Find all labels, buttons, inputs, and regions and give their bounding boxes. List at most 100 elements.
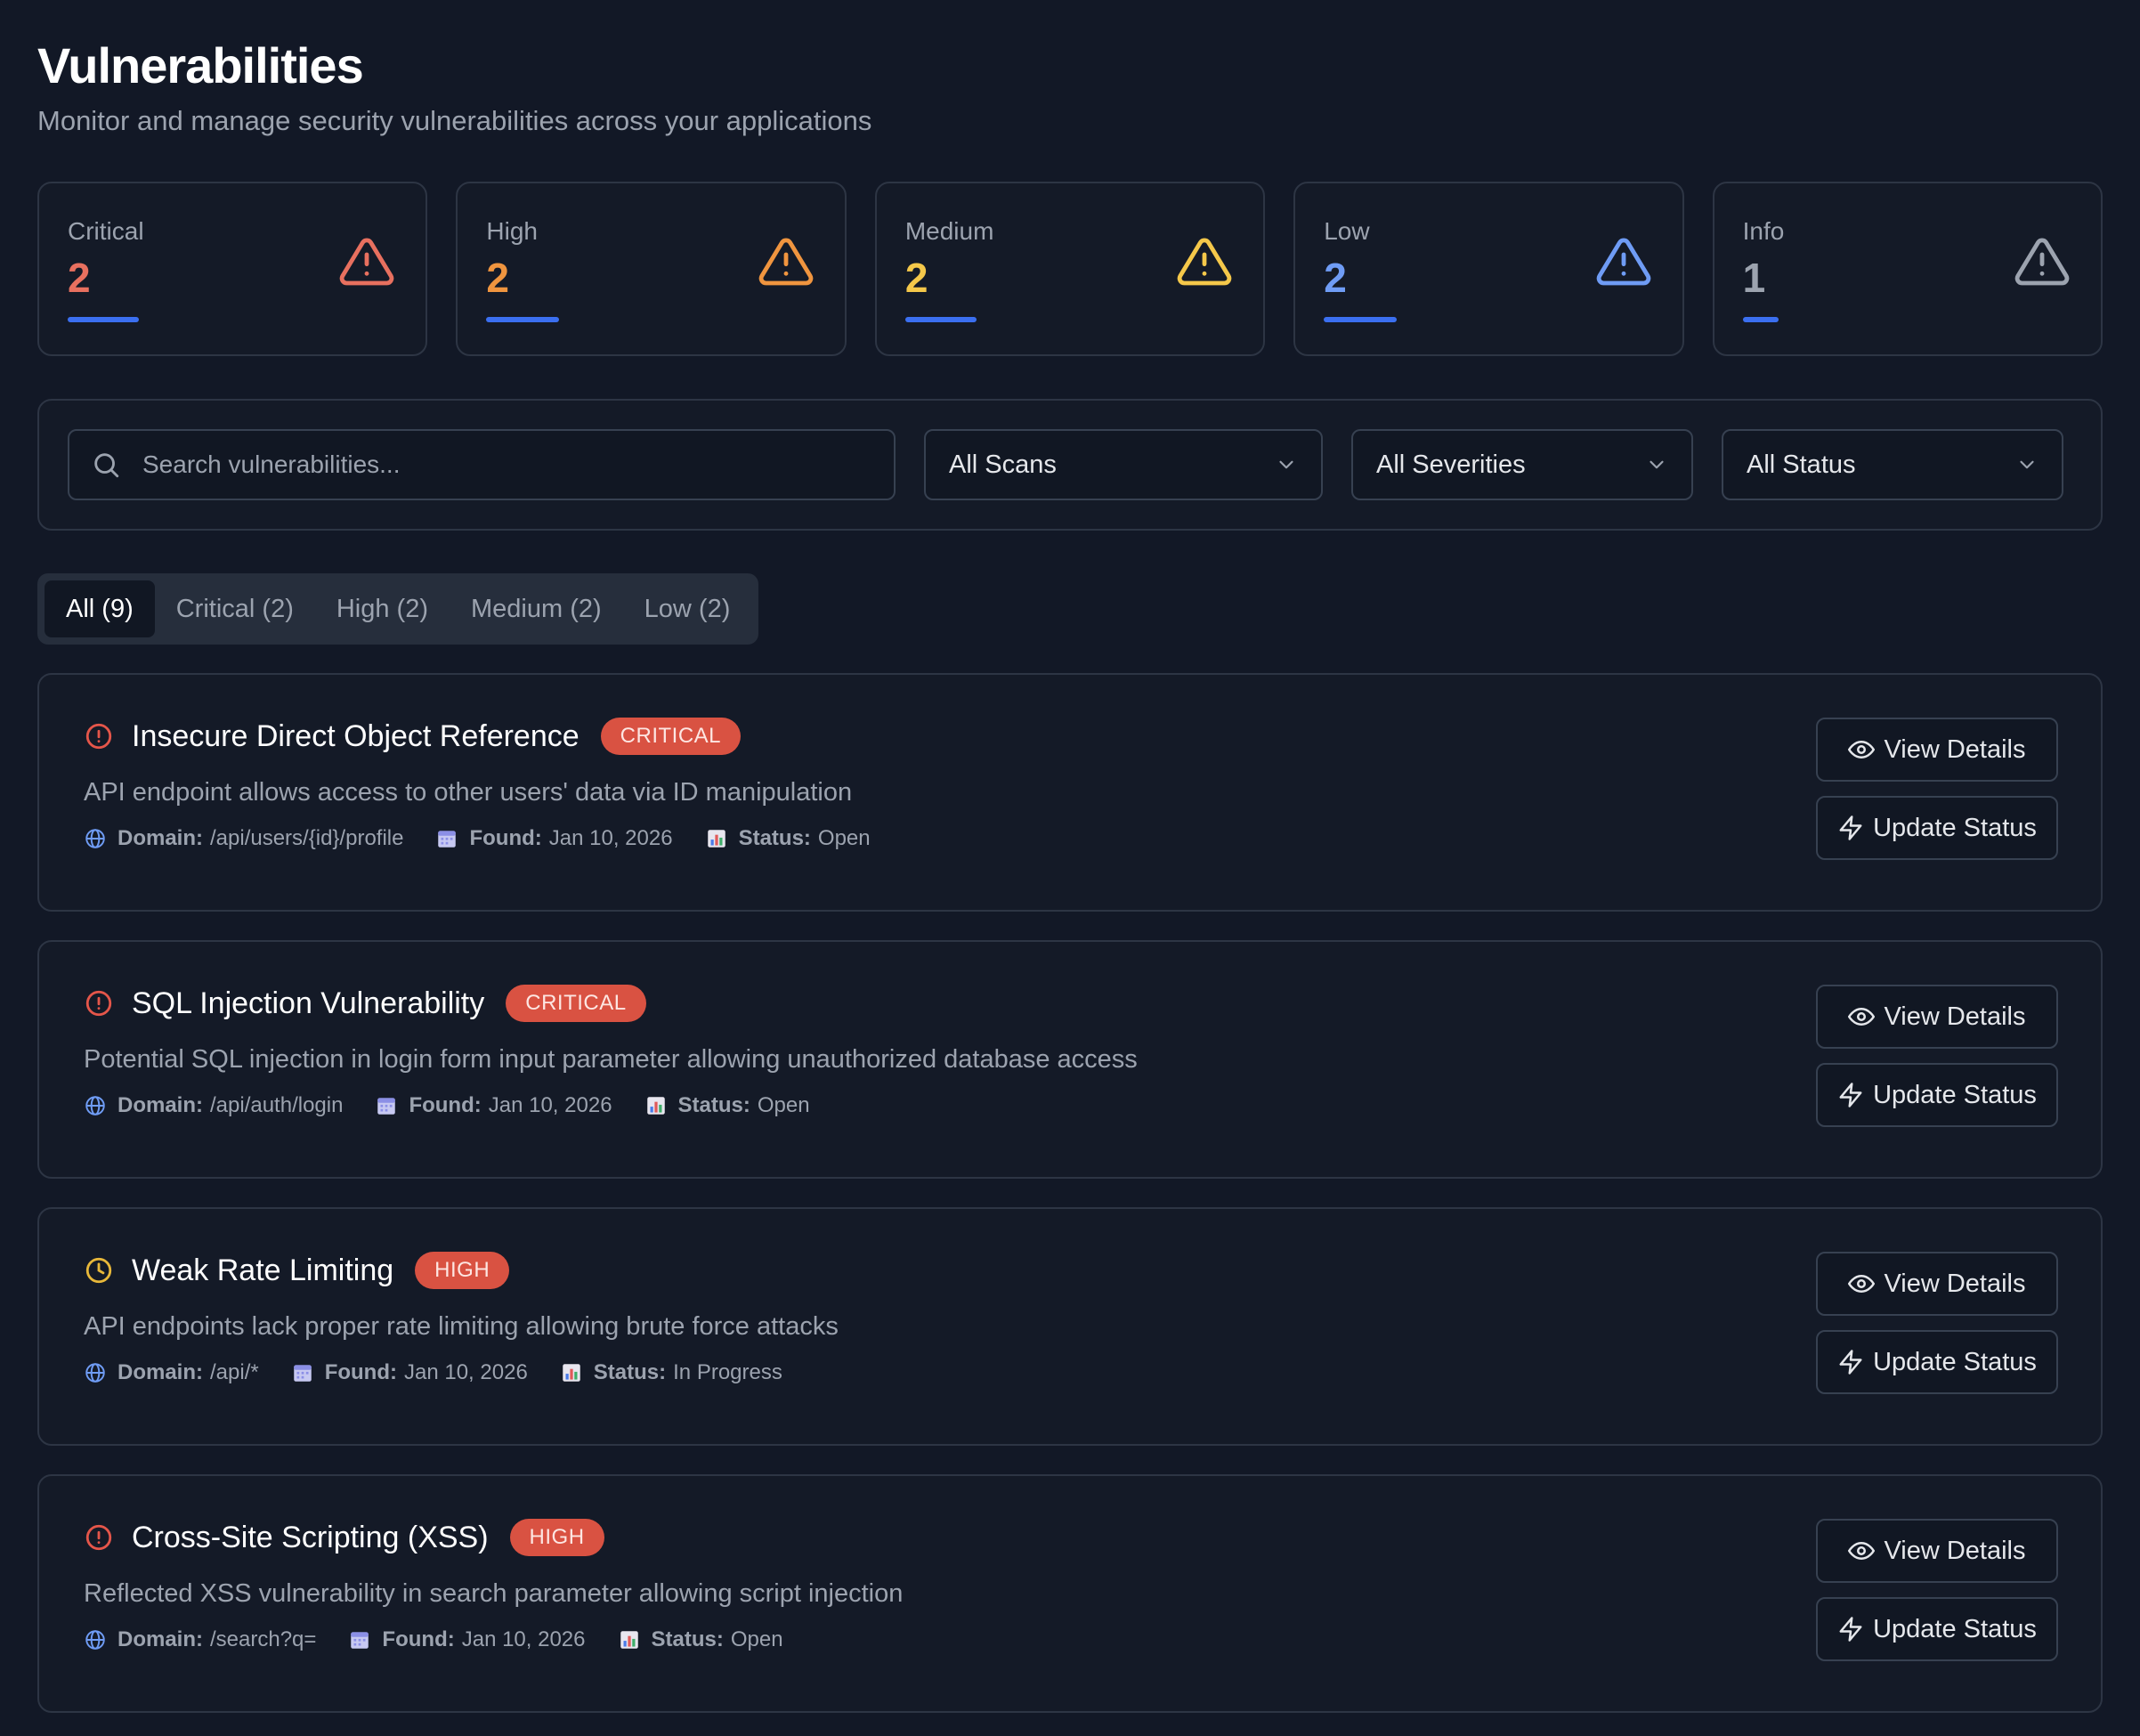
stat-card-info: Info 1 bbox=[1712, 182, 2104, 356]
update-status-label: Update Status bbox=[1873, 813, 2037, 842]
vulnerability-card: Weak Rate Limiting HIGH API endpoints la… bbox=[37, 1207, 2103, 1446]
update-status-label: Update Status bbox=[1873, 1614, 2037, 1643]
chevron-down-icon bbox=[2020, 460, 2034, 469]
domain-meta: Domain: /search?q= bbox=[84, 1627, 316, 1652]
view-details-label: View Details bbox=[1884, 1002, 2026, 1031]
found-meta: Found: Jan 10, 2026 bbox=[348, 1627, 586, 1652]
vulnerability-title: Cross-Site Scripting (XSS) bbox=[132, 1520, 489, 1554]
warning-triangle-icon bbox=[1596, 238, 1650, 286]
filter-panel: All Scans All Severities All Status bbox=[37, 399, 2103, 531]
vulnerability-meta: Domain: /api/auth/login Found: Jan 10, 2… bbox=[84, 1093, 2056, 1118]
calendar-icon bbox=[438, 831, 457, 848]
stat-card-medium: Medium 2 bbox=[874, 182, 1266, 356]
view-details-button[interactable]: View Details bbox=[1816, 1519, 2058, 1583]
chevron-down-icon bbox=[1650, 460, 1664, 469]
scan-select[interactable]: All Scans bbox=[924, 429, 1323, 500]
domain-meta: Domain: /api/users/{id}/profile bbox=[84, 826, 403, 851]
eye-icon bbox=[1848, 740, 1876, 759]
update-status-button[interactable]: Update Status bbox=[1816, 1063, 2058, 1127]
view-details-label: View Details bbox=[1884, 1536, 2026, 1565]
eye-icon bbox=[1848, 1541, 1876, 1561]
view-details-label: View Details bbox=[1884, 1269, 2026, 1298]
view-details-button[interactable]: View Details bbox=[1816, 985, 2058, 1049]
found-meta: Found: Jan 10, 2026 bbox=[435, 826, 673, 851]
lightning-icon bbox=[1839, 815, 1862, 840]
stat-bar bbox=[486, 317, 560, 322]
found-label: Found: bbox=[469, 826, 542, 850]
status-value: Open bbox=[817, 826, 871, 850]
vulnerability-title: Insecure Direct Object Reference bbox=[132, 718, 580, 753]
search-input[interactable] bbox=[142, 450, 872, 479]
severity-badge: HIGH bbox=[509, 1519, 604, 1556]
domain-value: /api/* bbox=[210, 1360, 259, 1384]
tab-low[interactable]: Low (2) bbox=[623, 580, 752, 637]
vulnerability-title: Weak Rate Limiting bbox=[132, 1253, 394, 1287]
domain-value: /api/users/{id}/profile bbox=[210, 826, 404, 850]
stat-card-high: High 2 bbox=[456, 182, 847, 356]
tab-critical[interactable]: Critical (2) bbox=[155, 580, 315, 637]
status-select[interactable]: All Status bbox=[1722, 429, 2063, 500]
calendar-icon bbox=[293, 1365, 312, 1382]
stat-card-critical: Critical 2 bbox=[37, 182, 428, 356]
update-status-button[interactable]: Update Status bbox=[1816, 1597, 2058, 1661]
domain-value: /search?q= bbox=[210, 1627, 317, 1651]
alert-circle-icon bbox=[85, 723, 112, 750]
vulnerability-description: API endpoints lack proper rate limiting … bbox=[84, 1312, 839, 1341]
domain-meta: Domain: /api/* bbox=[84, 1360, 259, 1385]
severity-select[interactable]: All Severities bbox=[1351, 429, 1693, 500]
found-value: Jan 10, 2026 bbox=[488, 1093, 612, 1117]
view-details-button[interactable]: View Details bbox=[1816, 1252, 2058, 1316]
found-value: Jan 10, 2026 bbox=[404, 1360, 528, 1384]
tab-high[interactable]: High (2) bbox=[315, 580, 450, 637]
lightning-icon bbox=[1839, 1617, 1862, 1642]
status-label: Status: bbox=[651, 1627, 724, 1651]
page: Vulnerabilities Monitor and manage secur… bbox=[0, 0, 2140, 1713]
vulnerability-card: Cross-Site Scripting (XSS) HIGH Reflecte… bbox=[37, 1474, 2103, 1713]
lightning-icon bbox=[1839, 1350, 1862, 1375]
globe-icon bbox=[85, 1096, 105, 1115]
update-status-label: Update Status bbox=[1873, 1080, 2037, 1109]
lightning-icon bbox=[1839, 1083, 1862, 1107]
found-label: Found: bbox=[324, 1360, 397, 1384]
status-meta: Status: Open bbox=[644, 1093, 810, 1118]
severity-badge: HIGH bbox=[415, 1252, 510, 1289]
found-meta: Found: Jan 10, 2026 bbox=[291, 1360, 528, 1385]
eye-icon bbox=[1848, 1007, 1876, 1026]
warning-triangle-icon bbox=[758, 238, 814, 286]
vulnerability-meta: Domain: /api/* Found: Jan 10, 2026 Statu… bbox=[84, 1360, 2056, 1385]
tab-all[interactable]: All (9) bbox=[45, 580, 155, 637]
vulnerability-meta: Domain: /api/users/{id}/profile Found: J… bbox=[84, 826, 2056, 851]
status-select-value: All Status bbox=[1747, 450, 1856, 479]
bar-chart-icon bbox=[620, 1631, 638, 1649]
found-label: Found: bbox=[409, 1093, 482, 1117]
status-label: Status: bbox=[593, 1360, 667, 1384]
vulnerability-meta: Domain: /search?q= Found: Jan 10, 2026 S… bbox=[84, 1627, 2056, 1652]
warning-triangle-icon bbox=[340, 238, 394, 286]
page-subtitle: Monitor and manage security vulnerabilit… bbox=[37, 105, 872, 136]
domain-label: Domain: bbox=[118, 1627, 203, 1651]
update-status-button[interactable]: Update Status bbox=[1816, 796, 2058, 860]
tab-medium[interactable]: Medium (2) bbox=[450, 580, 623, 637]
stat-card-low: Low 2 bbox=[1293, 182, 1684, 356]
alert-circle-icon bbox=[85, 990, 112, 1017]
status-meta: Status: Open bbox=[705, 826, 871, 851]
severity-badge: CRITICAL bbox=[506, 985, 646, 1022]
view-details-button[interactable]: View Details bbox=[1816, 718, 2058, 782]
found-label: Found: bbox=[382, 1627, 455, 1651]
globe-icon bbox=[85, 829, 105, 848]
warning-triangle-icon bbox=[2014, 238, 2070, 286]
chevron-down-icon bbox=[1279, 460, 1293, 469]
domain-meta: Domain: /api/auth/login bbox=[84, 1093, 343, 1118]
search-box[interactable] bbox=[68, 429, 896, 500]
bar-chart-icon bbox=[563, 1364, 580, 1382]
found-value: Jan 10, 2026 bbox=[548, 826, 673, 850]
page-title: Vulnerabilities bbox=[37, 37, 364, 93]
vulnerability-description: Potential SQL injection in login form in… bbox=[84, 1045, 1138, 1074]
alert-circle-icon bbox=[85, 1524, 112, 1551]
bar-chart-icon bbox=[646, 1097, 665, 1115]
stat-bar bbox=[1324, 317, 1398, 322]
vulnerability-description: Reflected XSS vulnerability in search pa… bbox=[84, 1579, 904, 1608]
status-value: In Progress bbox=[673, 1360, 782, 1384]
update-status-button[interactable]: Update Status bbox=[1816, 1330, 2058, 1394]
vulnerability-card: Insecure Direct Object Reference CRITICA… bbox=[37, 673, 2103, 912]
